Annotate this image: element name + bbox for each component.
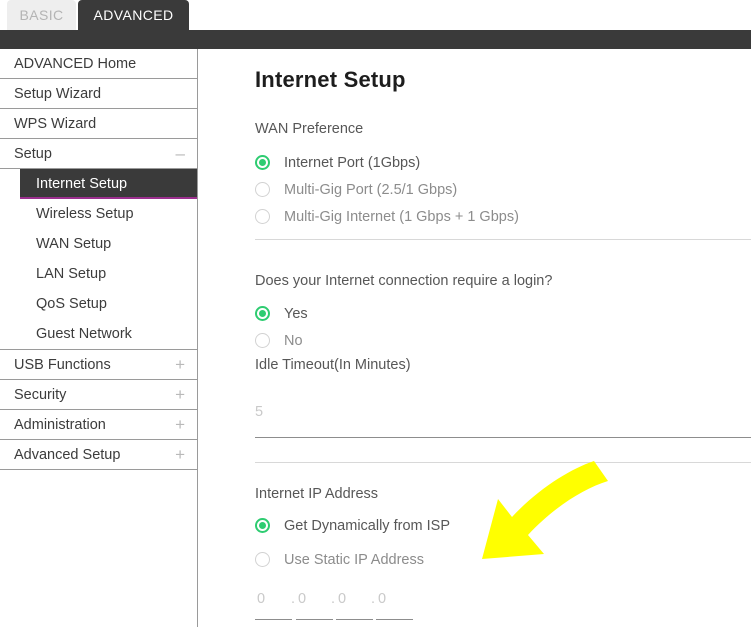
sidebar-item-label: Setup — [14, 146, 52, 162]
sidebar-item-usb-functions[interactable]: USB Functions + — [0, 350, 197, 380]
radio-label: No — [284, 333, 303, 349]
expand-plus-icon[interactable]: + — [175, 410, 185, 440]
sidebar-item-wan-setup[interactable]: WAN Setup — [20, 229, 197, 259]
radio-label: Use Static IP Address — [284, 552, 424, 568]
tab-advanced[interactable]: ADVANCED — [78, 0, 189, 30]
header-bar — [0, 30, 751, 49]
radio-label: Multi-Gig Internet (1 Gbps + 1 Gbps) — [284, 209, 519, 225]
sidebar-subitem-label: Internet Setup — [36, 176, 128, 192]
sidebar-item-setup-wizard[interactable]: Setup Wizard — [0, 79, 197, 109]
idle-timeout-label: Idle Timeout(In Minutes) — [255, 357, 411, 373]
main-content: Internet Setup WAN Preference Internet P… — [198, 49, 751, 627]
ip-octet-1-underline — [255, 619, 292, 620]
ip-octet-2-underline — [296, 619, 333, 620]
section-divider — [255, 462, 751, 463]
idle-timeout-underline — [255, 437, 751, 438]
sidebar-subitem-label: WAN Setup — [36, 236, 112, 252]
radio-label: Yes — [284, 306, 308, 322]
sidebar-item-label: USB Functions — [14, 357, 111, 373]
radio-indicator[interactable] — [255, 552, 270, 567]
sidebar-item-label: ADVANCED Home — [14, 56, 137, 72]
radio-indicator[interactable] — [255, 306, 270, 321]
sidebar-item-lan-setup[interactable]: LAN Setup — [20, 259, 197, 289]
radio-label: Multi-Gig Port (2.5/1 Gbps) — [284, 182, 458, 198]
wan-preference-label: WAN Preference — [255, 121, 364, 137]
radio-indicator[interactable] — [255, 182, 270, 197]
expand-plus-icon[interactable]: + — [175, 380, 185, 410]
ip-octet-4-input[interactable]: 0 — [378, 591, 386, 607]
expand-plus-icon[interactable]: + — [175, 350, 185, 380]
sidebar-item-advanced-setup[interactable]: Advanced Setup + — [0, 440, 197, 470]
sidebar-submenu-setup: Internet Setup Wireless Setup WAN Setup … — [20, 169, 197, 349]
sidebar-item-wireless-setup[interactable]: Wireless Setup — [20, 199, 197, 229]
ip-separator-dot: . — [371, 591, 376, 607]
radio-indicator[interactable] — [255, 518, 270, 533]
idle-timeout-input[interactable]: 5 — [255, 404, 263, 420]
section-divider — [255, 239, 751, 240]
sidebar-item-setup[interactable]: Setup – — [0, 139, 197, 169]
sidebar-item-label: Security — [14, 387, 67, 403]
ip-separator-dot: . — [291, 591, 296, 607]
radio-label: Internet Port (1Gbps) — [284, 155, 421, 171]
radio-indicator[interactable] — [255, 209, 270, 224]
sidebar-subitem-label: Guest Network — [36, 326, 132, 342]
tab-bar: BASIC ADVANCED — [0, 0, 751, 30]
expand-plus-icon[interactable]: + — [175, 440, 185, 470]
sidebar-item-qos-setup[interactable]: QoS Setup — [20, 289, 197, 319]
sidebar-item-label: Setup Wizard — [14, 86, 102, 102]
sidebar-subitem-label: LAN Setup — [36, 266, 107, 282]
ip-octet-3-underline — [336, 619, 373, 620]
radio-label: Get Dynamically from ISP — [284, 518, 450, 534]
sidebar-item-label: Administration — [14, 417, 106, 433]
sidebar-item-wps-wizard[interactable]: WPS Wizard — [0, 109, 197, 139]
sidebar-item-administration[interactable]: Administration + — [0, 410, 197, 440]
sidebar-subitem-label: Wireless Setup — [36, 206, 134, 222]
page-title: Internet Setup — [255, 67, 406, 92]
ip-octet-4-underline — [376, 619, 413, 620]
login-question-label: Does your Internet connection require a … — [255, 273, 553, 289]
ip-octet-2-input[interactable]: 0 — [298, 591, 306, 607]
sidebar-item-label: Advanced Setup — [14, 447, 121, 463]
collapse-minus-icon[interactable]: – — [176, 139, 185, 169]
sidebar-item-label: WPS Wizard — [14, 116, 97, 132]
sidebar-item-security[interactable]: Security + — [0, 380, 197, 410]
sidebar-navigation: ADVANCED Home Setup Wizard WPS Wizard Se… — [0, 49, 198, 627]
radio-indicator[interactable] — [255, 155, 270, 170]
sidebar-subitem-label: QoS Setup — [36, 296, 107, 312]
internet-ip-label: Internet IP Address — [255, 486, 379, 502]
ip-octet-3-input[interactable]: 0 — [338, 591, 346, 607]
sidebar-item-guest-network[interactable]: Guest Network — [20, 319, 197, 349]
sidebar-item-internet-setup[interactable]: Internet Setup — [20, 169, 197, 199]
sidebar-item-advanced-home[interactable]: ADVANCED Home — [0, 49, 197, 79]
ip-octet-1-input[interactable]: 0 — [257, 591, 265, 607]
ip-separator-dot: . — [331, 591, 336, 607]
tab-basic[interactable]: BASIC — [7, 0, 76, 30]
radio-indicator[interactable] — [255, 333, 270, 348]
